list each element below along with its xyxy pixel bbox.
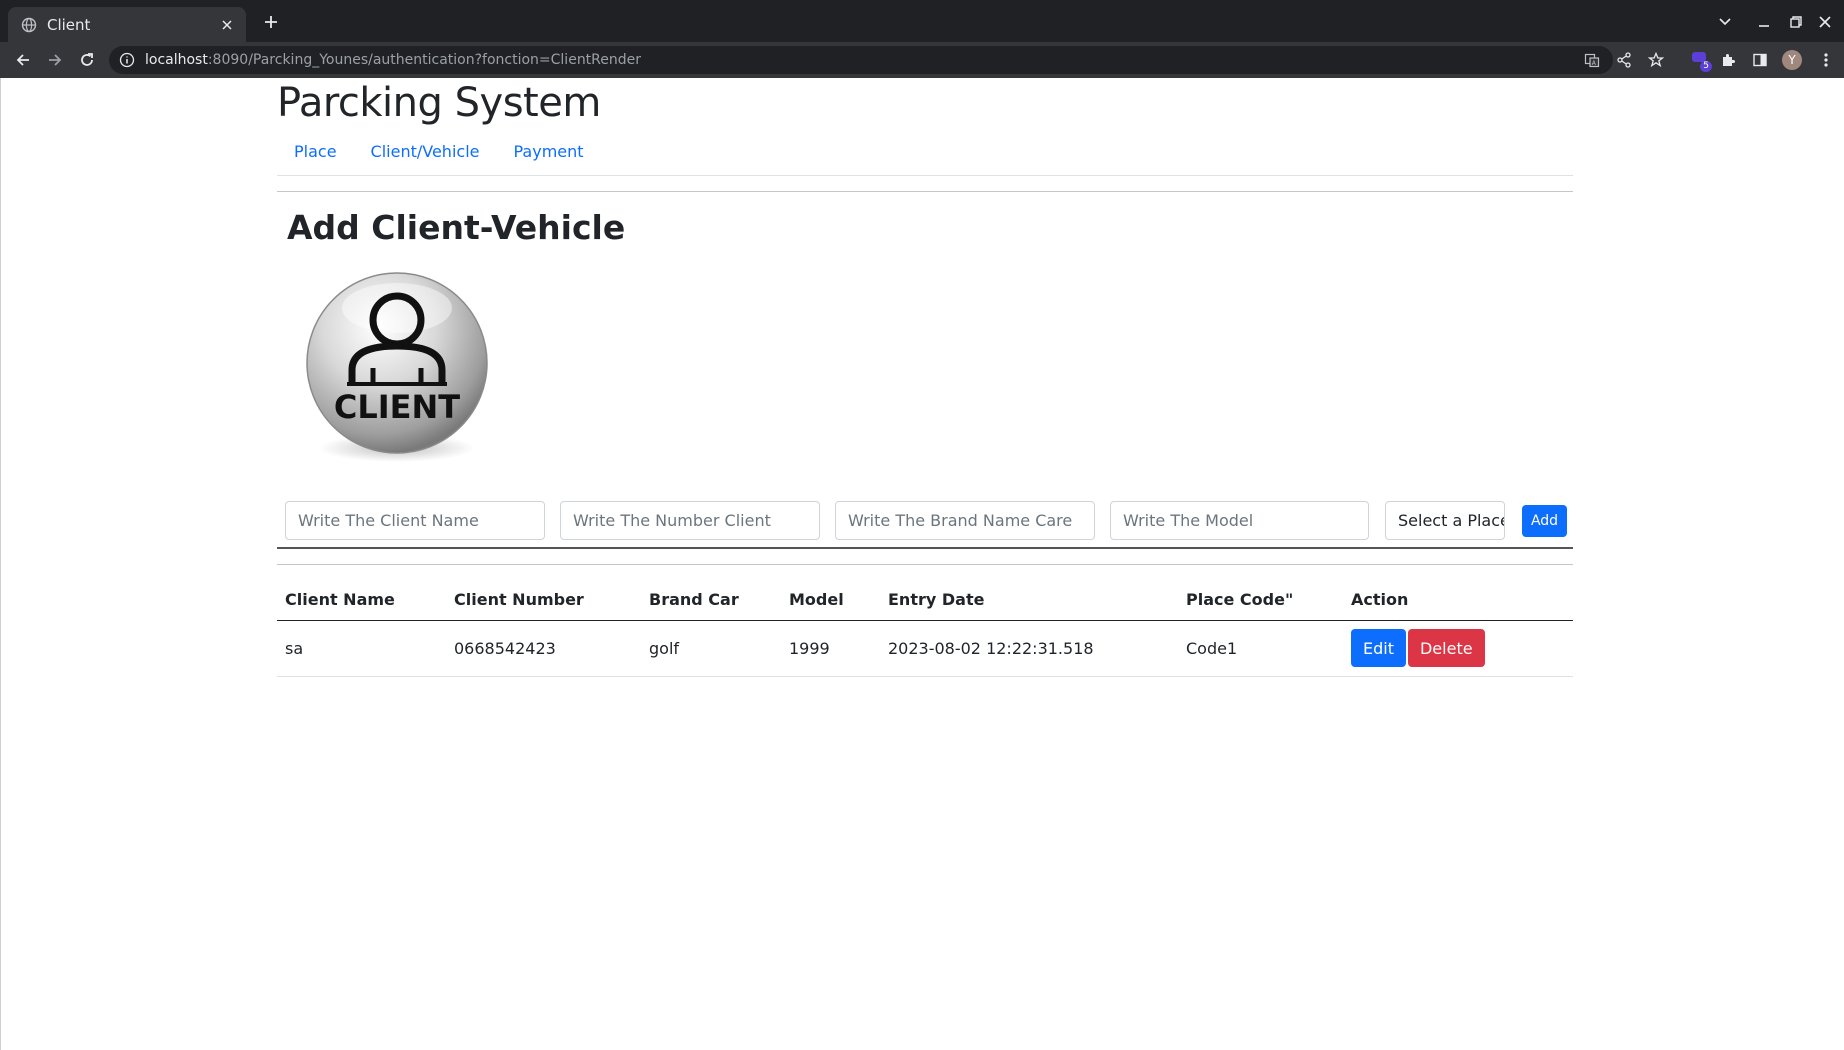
browser-tabbar: Client [0,0,1844,42]
cell-place-code: Code1 [1178,620,1343,677]
cell-model: 1999 [781,620,880,677]
side-panel-icon[interactable] [1748,48,1772,72]
column-header: Client Number [446,580,641,621]
forward-arrow-icon[interactable] [42,48,68,72]
reload-icon[interactable] [74,48,100,72]
nav-link-payment[interactable]: Payment [496,140,600,164]
profile-avatar[interactable]: Y [1782,50,1802,70]
page-title: Add Client-Vehicle [287,208,626,247]
close-window-icon[interactable] [1812,10,1838,34]
column-header: Action [1343,580,1573,621]
model-input[interactable]: Write The Model [1110,501,1369,540]
main-nav: Place Client/Vehicle Payment [277,140,601,164]
extensions-puzzle-icon[interactable] [1716,48,1740,72]
new-tab-icon[interactable] [258,10,284,34]
page-content: Parcking System Place Client/Vehicle Pay… [0,78,1844,1050]
divider [277,191,1573,192]
cell-client-number: 0668542423 [446,620,641,677]
nav-link-client-vehicle[interactable]: Client/Vehicle [354,140,497,164]
divider [277,547,1573,549]
minimize-icon[interactable] [1751,10,1777,34]
more-menu-icon[interactable] [1814,48,1838,72]
edit-button[interactable]: Edit [1351,629,1406,667]
bookmark-star-icon[interactable] [1644,48,1668,72]
url-text: localhost:8090/Parcking_Younes/authentic… [145,52,642,68]
delete-button[interactable]: Delete [1407,629,1485,667]
add-client-form: Write The Client Name Write The Number C… [277,501,1573,540]
share-icon[interactable] [1612,48,1636,72]
column-header: Entry Date [880,580,1178,621]
nav-link-place[interactable]: Place [277,140,354,164]
place-select[interactable]: Select a Place [1385,501,1505,540]
client-table: Client Name Client Number Brand Car Mode… [277,580,1573,677]
table-row: sa 0668542423 golf 1999 2023-08-02 12:22… [277,620,1573,677]
address-bar[interactable]: localhost:8090/Parcking_Younes/authentic… [109,46,1613,74]
brand-input[interactable]: Write The Brand Name Care [835,501,1095,540]
client-name-input[interactable]: Write The Client Name [285,501,545,540]
cell-entry-date: 2023-08-02 12:22:31.518 [880,620,1178,677]
client-number-input[interactable]: Write The Number Client [560,501,820,540]
client-image-label: CLIENT [334,388,460,426]
divider [277,175,1573,176]
column-header: Model [781,580,880,621]
site-brand[interactable]: Parcking System [277,80,601,126]
site-info-icon[interactable] [119,52,135,68]
column-header: Brand Car [641,580,781,621]
tab-title: Client [47,15,91,34]
back-arrow-icon[interactable] [10,48,36,72]
browser-tab[interactable]: Client [8,7,246,42]
restore-icon[interactable] [1783,10,1809,34]
close-tab-icon[interactable] [216,14,238,36]
table-header-row: Client Name Client Number Brand Car Mode… [277,580,1573,621]
client-image: CLIENT [287,258,507,478]
globe-icon [21,17,37,33]
divider [277,564,1573,565]
column-header: Place Code" [1178,580,1343,621]
tab-search-chevron-icon[interactable] [1712,10,1738,34]
translate-icon[interactable]: A [1580,48,1604,72]
extension-icon[interactable]: 5 [1692,52,1712,72]
cell-brand: golf [641,620,781,677]
add-button[interactable]: Add [1522,505,1567,537]
column-header: Client Name [277,580,446,621]
browser-toolbar: localhost:8090/Parcking_Younes/authentic… [0,42,1844,78]
cell-actions: Edit Delete [1343,620,1573,677]
cell-client-name: sa [277,620,446,677]
